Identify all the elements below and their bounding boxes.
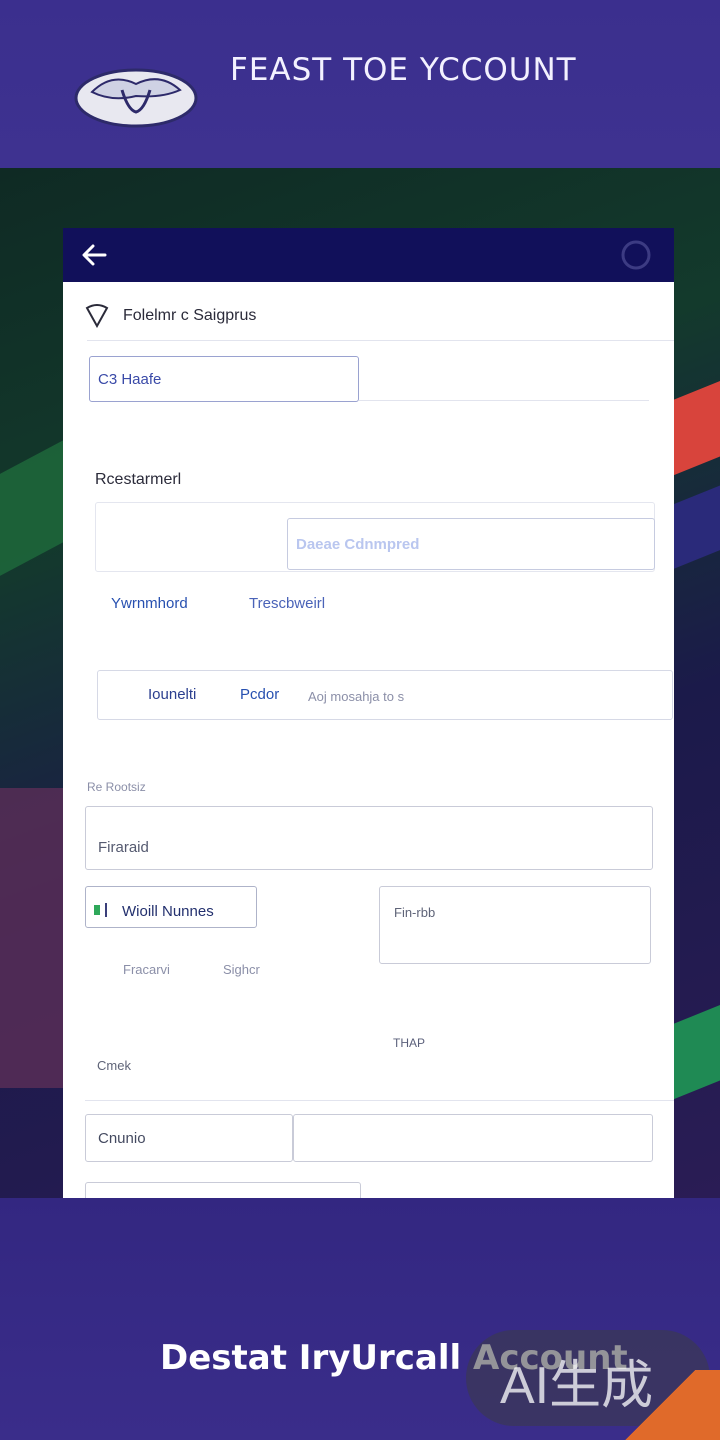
tab-pcdor[interactable]: Pcdor (240, 686, 279, 703)
signup-section-icon (85, 304, 109, 328)
top-header: FEAST TOE YCCOUNT (0, 0, 720, 168)
side-field[interactable]: Fin-rbb (379, 886, 651, 964)
restore-input-value: Daeae Cdnmpred (296, 536, 420, 553)
small-label-2: THAP (393, 1036, 426, 1050)
tab-bar: Iounelti Pcdor Aoj mosahja to s (97, 670, 673, 720)
eagle-logo-icon (74, 68, 198, 128)
badge-label: Wioill Nunnes (122, 903, 214, 920)
first-input-value: C3 Haafe (98, 371, 162, 388)
first-input[interactable]: C3 Haafe (89, 356, 359, 402)
firstname-value: Firaraid (98, 839, 149, 856)
page-title: FEAST TOE YCCOUNT (230, 52, 577, 88)
country-field[interactable]: Cnunio (85, 1114, 293, 1162)
country-detail-field[interactable] (293, 1114, 653, 1162)
side-field-label: Fin-rbb (394, 905, 436, 920)
restore-label: Rcestarmerl (95, 471, 182, 488)
badge-button[interactable]: Wioill Nunnes (85, 886, 257, 928)
tab-hint: Aoj mosahja to s (308, 689, 405, 704)
sub-link-2[interactable]: Sighcr (223, 962, 260, 977)
email-label: Cmek (97, 1058, 131, 1073)
next-field[interactable] (85, 1182, 361, 1198)
restore-input[interactable]: Daeae Cdnmpred (287, 518, 655, 570)
signup-form-card: Folelmr c Saigprus C3 Haafe Rcestarmerl … (63, 228, 674, 1198)
flag-icon (94, 903, 107, 917)
country-value: Cnunio (98, 1130, 146, 1147)
small-label-1: Re Rootsiz (87, 780, 146, 794)
section-label: Folelmr c Saigprus (123, 307, 257, 324)
app-bar (63, 228, 674, 282)
link-right[interactable]: Trescbweirl (249, 595, 325, 612)
tab-iounelti[interactable]: Iounelti (148, 686, 196, 703)
footer: Destat IryUrcall Account AI生成 (0, 1198, 720, 1440)
decorative-icon (621, 240, 651, 270)
firstname-field[interactable]: Firaraid (85, 806, 653, 870)
arrow-left-icon[interactable] (77, 238, 113, 272)
sub-link-1[interactable]: Fracarvi (123, 962, 170, 977)
link-left[interactable]: Ywrnmhord (111, 595, 188, 612)
